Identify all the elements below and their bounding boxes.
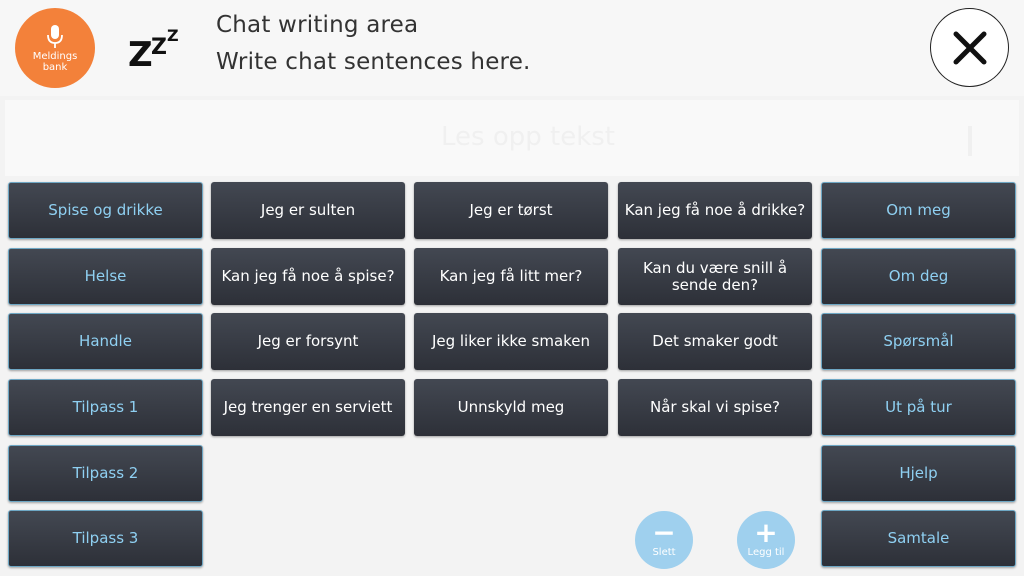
phrase-button[interactable]: Jeg er tørst (414, 182, 608, 239)
zzz-icon[interactable]: Z Z Z (126, 24, 186, 70)
phrase-button[interactable]: Når skal vi spise? (618, 379, 812, 436)
header: Meldings bank Z Z Z Chat writing area Wr… (0, 0, 1024, 96)
phrase-button[interactable]: Jeg trenger en serviett (211, 379, 405, 436)
svg-text:Z: Z (151, 35, 167, 60)
close-button[interactable] (930, 8, 1009, 87)
microphone-icon (47, 24, 63, 48)
phrase-button[interactable]: Kan jeg få litt mer? (414, 248, 608, 305)
category-sporsmal[interactable]: Spørsmål (821, 313, 1016, 370)
chat-input-field[interactable]: Les opp tekst (5, 100, 1019, 176)
phrase-button[interactable]: Unnskyld meg (414, 379, 608, 436)
chat-writing-title: Chat writing area (216, 12, 419, 38)
minus-icon: − (652, 516, 676, 549)
category-tilpass-2[interactable]: Tilpass 2 (8, 445, 203, 502)
category-om-deg[interactable]: Om deg (821, 248, 1016, 305)
message-bank-label: Meldings bank (32, 50, 78, 73)
category-ut-pa-tur[interactable]: Ut på tur (821, 379, 1016, 436)
category-tilpass-1[interactable]: Tilpass 1 (8, 379, 203, 436)
phrase-button[interactable]: Kan du være snill å sende den? (618, 248, 812, 305)
phrase-button[interactable]: Det smaker godt (618, 313, 812, 370)
category-om-meg[interactable]: Om meg (821, 182, 1016, 239)
phrase-button[interactable]: Kan jeg få noe å spise? (211, 248, 405, 305)
phrase-button[interactable]: Jeg er forsynt (211, 313, 405, 370)
delete-button[interactable]: − Slett (635, 511, 693, 569)
category-helse[interactable]: Helse (8, 248, 203, 305)
svg-text:Z: Z (167, 26, 179, 45)
phrase-button[interactable]: Jeg er sulten (211, 182, 405, 239)
chat-writing-subtitle: Write chat sentences here. (216, 49, 531, 75)
category-handle[interactable]: Handle (8, 313, 203, 370)
input-ghost-text: Les opp tekst (441, 122, 616, 152)
category-spise-og-drikke[interactable]: Spise og drikke (8, 182, 203, 239)
category-hjelp[interactable]: Hjelp (821, 445, 1016, 502)
text-cursor (968, 126, 972, 156)
delete-label: Slett (652, 547, 676, 558)
svg-text:Z: Z (128, 35, 153, 70)
phrase-button[interactable]: Jeg liker ikke smaken (414, 313, 608, 370)
message-bank-button[interactable]: Meldings bank (15, 8, 95, 88)
plus-icon: + (754, 516, 778, 549)
phrase-button[interactable]: Kan jeg få noe å drikke? (618, 182, 812, 239)
category-tilpass-3[interactable]: Tilpass 3 (8, 510, 203, 567)
category-samtale[interactable]: Samtale (821, 510, 1016, 567)
add-label: Legg til (747, 547, 785, 558)
add-button[interactable]: + Legg til (737, 511, 795, 569)
close-icon (953, 31, 986, 64)
